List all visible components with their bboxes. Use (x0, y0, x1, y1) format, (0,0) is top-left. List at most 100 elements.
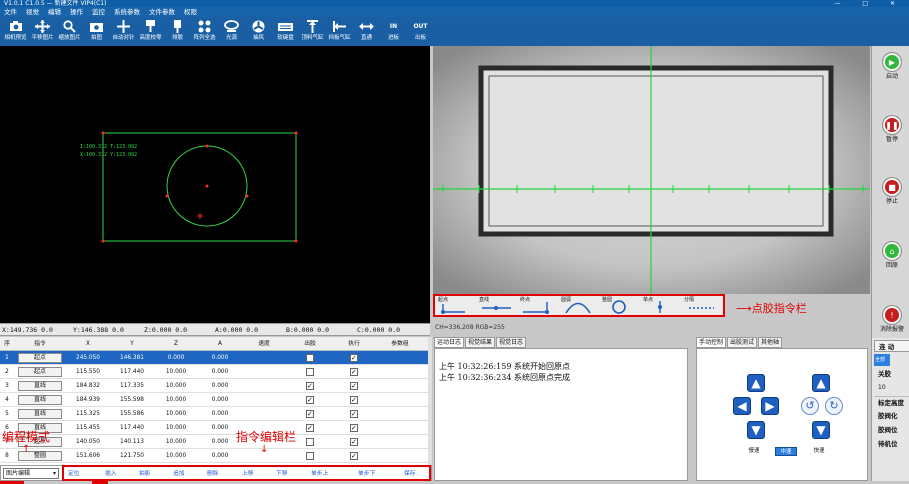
stop-cylinder-button[interactable]: 挡板气缸 (326, 17, 353, 46)
tab-vision-result[interactable]: 视觉结果 (465, 337, 496, 348)
line-button[interactable]: 直线 (478, 296, 515, 315)
execute-checkbox[interactable] (350, 379, 358, 393)
command-cell-button[interactable]: 直线 (18, 409, 62, 419)
glue-checkbox[interactable] (306, 407, 314, 421)
menu-permission[interactable]: 权限 (184, 7, 197, 17)
execute-checkbox[interactable] (350, 421, 358, 435)
pan-image-button[interactable]: 平移图片 (29, 17, 56, 46)
height-zero-button[interactable]: 高度校零 (137, 17, 164, 46)
y-plus-button[interactable]: ▲ (747, 374, 765, 392)
window-controls[interactable]: — □ ✕ (834, 0, 905, 7)
execute-checkbox[interactable] (350, 449, 358, 463)
menu-file-params[interactable]: 文件参数 (149, 7, 175, 17)
menu-vision[interactable]: 视觉 (26, 7, 39, 17)
menu-edit[interactable]: 编辑 (48, 7, 61, 17)
axis-select[interactable]: 全部 (874, 354, 890, 366)
z-up-button[interactable]: ▲ (812, 374, 830, 392)
stop-button[interactable]: ■ 停止 (879, 178, 905, 218)
command-cell-button[interactable]: 直线 (18, 395, 62, 405)
table-row[interactable]: 5 直线 115.325 155.586 10.000 0.000 (0, 407, 428, 421)
command-cell-button[interactable]: 直线 (18, 381, 62, 391)
start-button[interactable]: ▶ 启动 (879, 53, 905, 93)
glue-checkbox[interactable] (306, 368, 314, 376)
execute-checkbox[interactable] (350, 435, 358, 449)
table-row[interactable]: 6 直线 115.455 117.440 10.000 0.000 (0, 421, 428, 435)
linkage-button[interactable]: 连 动 (874, 340, 909, 352)
speed-medium-button[interactable]: 中速 (775, 447, 797, 456)
speed-slow-button[interactable]: 慢速 (743, 447, 765, 456)
insert-button[interactable]: 插入 (105, 466, 117, 482)
execute-checkbox[interactable] (350, 393, 358, 407)
tab-glue-test[interactable]: 出胶测试 (727, 337, 758, 348)
save-button[interactable]: 保存 (404, 466, 416, 482)
fan-button[interactable]: 抽风 (245, 17, 272, 46)
standby-position-button[interactable]: 待机位 (874, 438, 909, 450)
camera-view[interactable] (433, 46, 870, 294)
capture-button[interactable]: 拍图 (83, 17, 110, 46)
speed-fast-button[interactable]: 快速 (808, 447, 830, 456)
glue-checkbox[interactable] (306, 438, 314, 446)
y-minus-button[interactable]: ▼ (747, 421, 765, 439)
delete-button[interactable]: 删除 (207, 466, 219, 482)
table-row[interactable]: 2 起点 115.550 117.440 10.000 0.000 (0, 365, 428, 379)
start-point-button[interactable]: 起点 (437, 296, 474, 315)
shoot-button[interactable]: 拍影 (139, 466, 151, 482)
array-select-button[interactable]: 阵列全选 (191, 17, 218, 46)
menu-file[interactable]: 文件 (4, 7, 17, 17)
menu-operate[interactable]: 操作 (70, 7, 83, 17)
tab-motion-log[interactable]: 运动日志 (434, 337, 465, 348)
zoom-image-button[interactable]: 缩放图片 (56, 17, 83, 46)
table-row[interactable]: 7 起点 140.050 140.113 10.000 0.000 (0, 435, 428, 449)
x-minus-button[interactable]: ◀ (733, 397, 751, 415)
table-row[interactable]: 3 直线 184.832 117.335 10.000 0.000 (0, 379, 428, 393)
glue-checkbox[interactable] (306, 354, 314, 362)
calibrate-height-button[interactable]: 标定高度 (874, 396, 909, 408)
tab-manual-control[interactable]: 手动控制 (696, 337, 727, 348)
locate-button[interactable]: 定位 (68, 466, 80, 482)
glue-checkbox[interactable] (306, 379, 314, 393)
close-glue-button[interactable]: 关胶 (874, 368, 909, 380)
board-out-button[interactable]: OUT 出板 (407, 17, 434, 46)
board-in-button[interactable]: IN 进板 (380, 17, 407, 46)
end-point-button[interactable]: 终点 (519, 296, 556, 315)
command-cell-button[interactable]: 起点 (18, 367, 62, 377)
home-button[interactable]: ⌂ 回原 (879, 242, 905, 282)
glue-checkbox[interactable] (306, 421, 314, 435)
program-preview[interactable]: I:100.312 T:123.002 X:100.312 Y:123.002 (0, 46, 430, 323)
lift-cylinder-button[interactable]: 顶料气缸 (299, 17, 326, 46)
tab-other-axis[interactable]: 其他轴 (758, 337, 783, 348)
table-row[interactable]: 8 整圆 151.606 121.750 10.000 0.000 (0, 449, 428, 463)
execute-checkbox[interactable] (350, 351, 358, 365)
tab-vision-log[interactable]: 视觉日志 (496, 337, 527, 348)
rotate-cw-button[interactable]: ↻ (825, 397, 843, 415)
table-row[interactable]: 1 起点 245.050 146.381 0.000 0.000 (0, 351, 428, 365)
keyboard-button[interactable]: 软键盘 (272, 17, 299, 46)
rotate-ccw-button[interactable]: ↺ (801, 397, 819, 415)
table-row[interactable]: 4 直线 184.939 155.598 10.000 0.000 (0, 393, 428, 407)
step-down-button[interactable]: 单步下 (358, 466, 375, 482)
execute-checkbox[interactable] (350, 365, 358, 379)
passthrough-button[interactable]: 直通 (353, 17, 380, 46)
step-up-button[interactable]: 单步上 (311, 466, 328, 482)
menu-monitor[interactable]: 监控 (92, 7, 105, 17)
circle-button[interactable]: 整圆 (601, 296, 638, 315)
purge-button[interactable]: 排胶 (164, 17, 191, 46)
separator-button[interactable]: 分隔 (683, 296, 720, 315)
glue-checkbox[interactable] (306, 452, 314, 460)
menu-system-params[interactable]: 系统参数 (114, 7, 140, 17)
move-up-button[interactable]: 上移 (242, 466, 254, 482)
move-down-button[interactable]: 下移 (276, 466, 288, 482)
mode-select[interactable]: 图片编辑 ▾ (3, 468, 59, 479)
table-scrollbar[interactable] (428, 337, 432, 465)
execute-checkbox[interactable] (350, 407, 358, 421)
single-point-button[interactable]: 单点 (642, 296, 679, 315)
glue-checkbox[interactable] (306, 393, 314, 407)
pause-button[interactable]: ❚❚ 暂停 (879, 116, 905, 156)
camera-preview-button[interactable]: 相机预览 (2, 17, 29, 46)
z-down-button[interactable]: ▼ (812, 421, 830, 439)
append-button[interactable]: 追加 (173, 466, 185, 482)
arc-button[interactable]: 圆弧 (560, 296, 597, 315)
command-cell-button[interactable]: 起点 (18, 353, 62, 363)
valve-position-button[interactable]: 胶阀位 (874, 424, 909, 436)
auto-needle-button[interactable]: 自动对针 (110, 17, 137, 46)
